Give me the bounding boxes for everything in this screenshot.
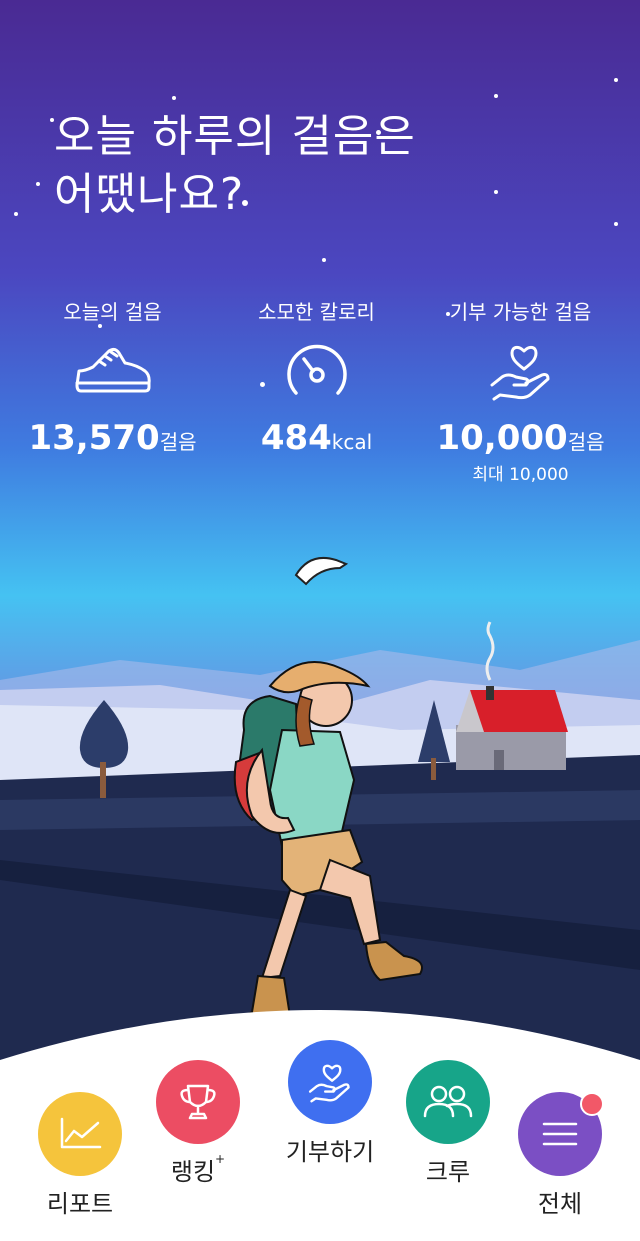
page-headline: 오늘 하루의 걸음은 어땠나요?	[54, 108, 416, 224]
people-icon	[423, 1085, 473, 1118]
stat-label: 오늘의 걸음	[63, 300, 162, 324]
stat-donatable-steps[interactable]: 기부 가능한 걸음 10,000걸음 최대 10,000	[414, 296, 627, 485]
house-door	[494, 750, 504, 770]
stat-unit: kcal	[331, 430, 373, 454]
stat-value: 13,570	[28, 418, 160, 458]
nav-crew-label: 크루	[425, 1158, 471, 1186]
stat-value: 10,000	[436, 418, 568, 458]
nav-all-circle	[518, 1092, 604, 1176]
stat-calories[interactable]: 소모한 칼로리 484kcal	[210, 296, 423, 464]
tree-trunk	[431, 758, 436, 780]
stat-value: 484	[260, 418, 332, 458]
headline-line-2: 어땠나요?	[54, 169, 245, 220]
nav-donate-circle	[288, 1040, 372, 1124]
house-roof	[470, 690, 568, 732]
nav-report-label: 리포트	[46, 1190, 114, 1218]
nav-ranking-button[interactable]: 랭킹+	[148, 1060, 248, 1187]
stat-unit: 걸음	[567, 430, 605, 454]
nav-donate-button[interactable]: 기부하기	[270, 1040, 390, 1167]
nav-report-circle	[38, 1092, 122, 1176]
star	[494, 94, 498, 98]
nav-donate-label: 기부하기	[285, 1138, 375, 1166]
tree-trunk	[100, 762, 106, 798]
stat-value-row: 10,000걸음	[414, 416, 627, 464]
chimney	[486, 686, 494, 700]
stat-value-row: 484kcal	[210, 416, 423, 464]
star	[36, 182, 40, 186]
headline-line-1: 오늘 하루의 걸음은	[54, 111, 416, 162]
trophy-icon	[180, 1084, 216, 1120]
nav-all-button[interactable]: 전체	[510, 1092, 610, 1219]
steps-home-screen: 오늘 하루의 걸음은 어땠나요? 오늘의 걸음 13,570걸음 소모한 칼로리	[0, 0, 640, 1241]
nav-report-button[interactable]: 리포트	[30, 1092, 130, 1219]
gauge-icon	[210, 326, 423, 416]
stat-label: 소모한 칼로리	[258, 300, 375, 324]
nav-ranking-text: 랭킹	[170, 1158, 216, 1186]
stat-label: 기부 가능한 걸음	[449, 300, 592, 324]
star	[322, 258, 326, 262]
nav-ranking-circle	[156, 1060, 240, 1144]
chart-icon	[60, 1117, 102, 1149]
nav-ranking-label: 랭킹+	[148, 1152, 248, 1187]
nav-crew-button[interactable]: 크루	[398, 1060, 498, 1187]
nav-crew-circle	[406, 1060, 490, 1144]
heart-hand-icon	[308, 1064, 350, 1103]
star	[14, 212, 18, 216]
flying-bird	[294, 556, 349, 586]
star	[494, 190, 498, 194]
star	[172, 96, 176, 100]
notification-badge	[580, 1092, 604, 1116]
star	[614, 78, 618, 82]
stat-today-steps[interactable]: 오늘의 걸음 13,570걸음	[6, 296, 219, 464]
star	[614, 222, 618, 226]
stat-value-row: 13,570걸음	[6, 416, 219, 464]
nav-all-label: 전체	[537, 1190, 583, 1218]
heart-hand-icon	[414, 326, 627, 416]
stat-unit: 걸음	[159, 430, 197, 454]
sneaker-icon	[6, 326, 219, 416]
nav-ranking-plus: +	[215, 1152, 226, 1166]
menu-icon	[542, 1122, 578, 1146]
walking-scene-illustration	[0, 556, 640, 1060]
